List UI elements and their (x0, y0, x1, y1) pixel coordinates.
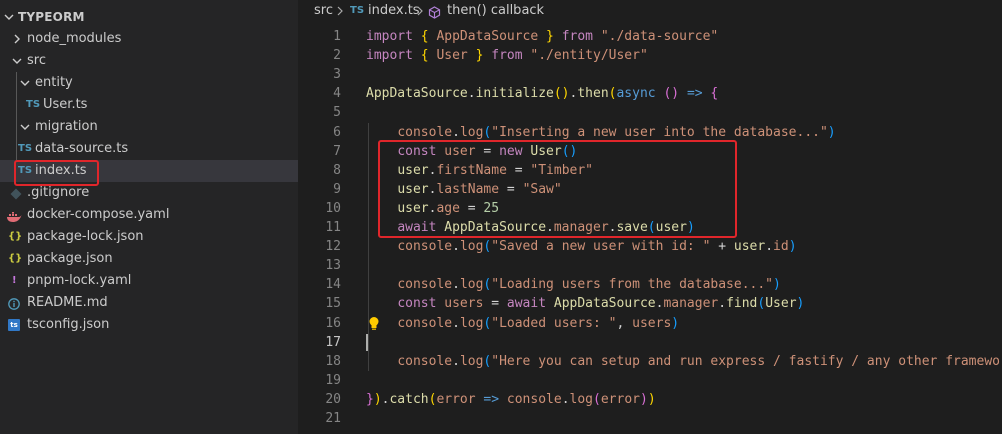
code-line[interactable]: 1 import { AppDataSource } from "./data-s… (298, 27, 1002, 46)
json-icon: {} (8, 231, 23, 242)
tree-item-node-modules[interactable]: node_modules (0, 28, 298, 50)
breadcrumb: src TS index.ts then() callback (298, 0, 1002, 22)
chevron-down-icon (12, 50, 22, 72)
line-number: 21 (325, 411, 341, 426)
tree-item-entity[interactable]: entity (0, 72, 298, 94)
code-line[interactable]: 12 console.log("Saved a new user with id… (298, 237, 1002, 256)
tree-item-docker-compose[interactable]: docker-compose.yaml (0, 204, 298, 226)
tree-item-label: package-lock.json (27, 229, 144, 244)
line-number: 16 (325, 315, 341, 331)
line-number: 9 (333, 181, 341, 197)
explorer-section-header[interactable]: TYPEORM (0, 6, 298, 28)
tree-item-package-lock-json[interactable]: {} package-lock.json (0, 226, 298, 248)
code-line[interactable]: 18 console.log("Here you can setup and r… (298, 352, 1002, 371)
code-text: import { AppDataSource } from "./data-so… (366, 29, 719, 44)
explorer-sidebar: TYPEORM node_modules src entity TS User.… (0, 0, 298, 434)
tree-item-label: User.ts (43, 97, 88, 112)
line-number: 12 (325, 239, 341, 255)
chevron-right-icon (416, 0, 424, 30)
explorer-title: TYPEORM (18, 10, 85, 24)
tsconfig-icon: ts (8, 314, 20, 336)
line-number: 11 (325, 220, 341, 235)
line-number: 15 (325, 296, 341, 312)
line-number: 18 (325, 353, 341, 369)
tree-item-label: README.md (27, 295, 108, 310)
line-number: 14 (325, 277, 341, 293)
tree-item-data-source-ts[interactable]: TS data-source.ts (0, 138, 298, 160)
code-line[interactable]: 14 console.log("Loading users from the d… (298, 275, 1002, 294)
symbol-method-icon (428, 5, 441, 19)
tree-item-pnpm-lock[interactable]: ! pnpm-lock.yaml (0, 270, 298, 292)
line-number: 7 (333, 143, 341, 159)
code-text: console.log("Loaded users: ", users) (397, 315, 680, 331)
chevron-right-icon (12, 28, 22, 50)
code-line[interactable]: 6 console.log("Inserting a new user into… (298, 123, 1002, 142)
tree-item-readme[interactable]: README.md (0, 292, 298, 314)
code-text: const users = await AppDataSource.manage… (397, 296, 805, 312)
code-text: console.log("Loading users from the data… (397, 277, 781, 293)
tree-item-label: node_modules (27, 31, 122, 46)
code-line[interactable]: 15 const users = await AppDataSource.man… (298, 294, 1002, 313)
tree-item-package-json[interactable]: {} package.json (0, 248, 298, 270)
chevron-down-icon (20, 72, 30, 94)
typescript-file-icon: TS (26, 99, 41, 110)
code-line[interactable]: 19 (298, 371, 1002, 390)
code-line[interactable]: 16 console.log("Loaded users: ", users) (298, 314, 1002, 333)
code-editor[interactable]: src TS index.ts then() callback 1 import … (298, 0, 1002, 434)
line-number: 2 (333, 48, 341, 64)
tree-item-migration[interactable]: migration (0, 116, 298, 138)
line-number: 3 (333, 67, 341, 83)
code-line[interactable]: 13 (298, 256, 1002, 275)
tree-item-label: tsconfig.json (27, 317, 110, 332)
tree-item-label: src (27, 53, 46, 68)
tree-item-gitignore[interactable]: .gitignore (0, 182, 298, 204)
code-line[interactable]: 2 import { User } from "./entity/User" (298, 46, 1002, 65)
line-number: 20 (325, 391, 341, 407)
tree-item-label: data-source.ts (35, 141, 129, 156)
lightbulb-icon[interactable] (368, 316, 382, 332)
line-number: 1 (333, 29, 341, 44)
code-text: AppDataSource.initialize().then(async ()… (366, 86, 719, 102)
tree-item-label: pnpm-lock.yaml (27, 273, 132, 288)
code-line[interactable]: 3 (298, 65, 1002, 84)
code-line[interactable]: 17 (298, 333, 1002, 352)
code-text: console.log("Here you can setup and run … (397, 353, 1002, 369)
tree-item-tsconfig[interactable]: ts tsconfig.json (0, 314, 298, 336)
code-text: import { User } from "./entity/User" (366, 48, 648, 64)
chevron-right-icon (336, 0, 344, 30)
breadcrumb-symbol[interactable]: then() callback (447, 0, 544, 22)
tree-item-label: migration (35, 119, 98, 134)
code-text: console.log("Inserting a new user into t… (397, 124, 836, 140)
line-number: 13 (325, 258, 341, 274)
code-line[interactable]: 20 }).catch(error => console.log(error)) (298, 390, 1002, 409)
line-number: 6 (333, 124, 341, 140)
typescript-file-icon: TS (18, 143, 33, 154)
typescript-file-icon: TS (350, 5, 365, 16)
breadcrumb-folder[interactable]: src (314, 0, 333, 22)
highlight-box-code (378, 140, 737, 238)
tree-item-label: entity (35, 75, 73, 90)
tree-item-user-ts[interactable]: TS User.ts (0, 94, 298, 116)
line-number: 19 (325, 372, 341, 388)
json-icon: {} (8, 253, 23, 264)
indent-guide (368, 122, 369, 371)
chevron-down-icon (20, 116, 30, 138)
pnpm-icon: ! (12, 275, 17, 286)
code-text: console.log("Saved a new user with id: "… (397, 239, 797, 255)
code-line[interactable]: 21 (298, 409, 1002, 428)
line-number: 17 (325, 334, 341, 350)
tree-item-label: docker-compose.yaml (27, 207, 170, 222)
code-line[interactable]: 4 AppDataSource.initialize().then(async (… (298, 84, 1002, 103)
breadcrumb-file[interactable]: index.ts (368, 0, 420, 22)
tree-item-label: package.json (27, 251, 113, 266)
tree-item-src[interactable]: src (0, 50, 298, 72)
code-line[interactable]: 5 (298, 103, 1002, 122)
tree-item-label: .gitignore (27, 185, 90, 200)
chevron-down-icon (4, 6, 14, 28)
line-number: 8 (333, 162, 341, 178)
line-number: 10 (325, 200, 341, 216)
code-text: }).catch(error => console.log(error)) (366, 391, 656, 407)
line-number: 5 (333, 105, 341, 121)
line-number: 4 (333, 86, 341, 102)
